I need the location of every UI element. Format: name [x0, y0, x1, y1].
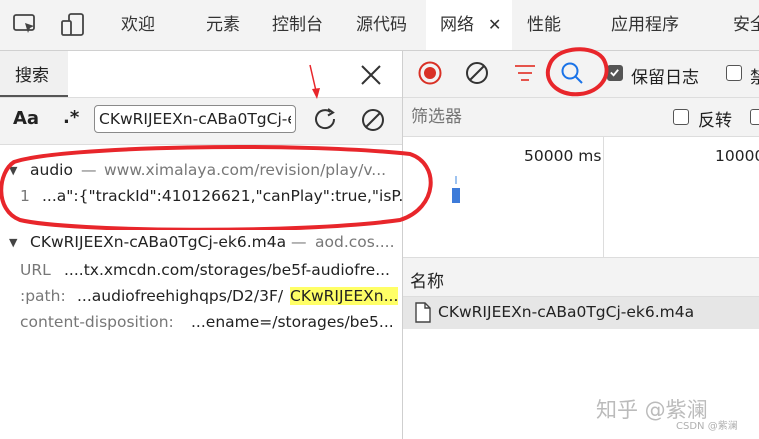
- search-panel: 搜索 Aa .* ▼ audio — www.ximalaya.com/revi…: [0, 51, 403, 439]
- timeline-gridline: [603, 137, 604, 257]
- match-line-label: URL: [20, 261, 51, 279]
- match-text: ...audiofreehighqps/D2/3F/: [77, 287, 284, 305]
- timeline-overview[interactable]: 50000 ms 10000: [403, 137, 759, 258]
- filter-checkbox[interactable]: [750, 109, 759, 125]
- match-highlight: CKwRIJEEXn...: [290, 287, 399, 305]
- filter-input[interactable]: [411, 102, 661, 132]
- expand-triangle-icon[interactable]: ▼: [9, 236, 17, 249]
- device-toolbar-icon[interactable]: [60, 12, 86, 38]
- tab-network-label: 网络: [440, 15, 474, 35]
- tab-application[interactable]: 应用程序: [611, 0, 679, 50]
- timeline-label: 50000 ms: [524, 147, 602, 165]
- disable-cache-checkbox[interactable]: [726, 65, 742, 81]
- result-match-line[interactable]: :path: ...audiofreehighqps/D2/3F/ CKwRIJ…: [0, 283, 402, 309]
- close-tab-icon[interactable]: ✕: [488, 0, 501, 50]
- match-text: ....tx.xmcdn.com/storages/be5f-audiofre.…: [64, 261, 390, 279]
- result-separator: —: [291, 233, 307, 251]
- tab-console[interactable]: 控制台: [272, 0, 323, 50]
- watermark-sub: CSDN @紫澜: [676, 421, 738, 432]
- annotation-ellipse: [0, 145, 433, 230]
- result-filename: CKwRIJEEXn-cABa0TgCj-ek6.m4a: [30, 233, 287, 251]
- invert-checkbox[interactable]: [673, 109, 689, 125]
- filter-bar: 反转: [403, 98, 759, 137]
- network-panel: 保留日志 禁 反转 50000 ms 10000 名称 CKwRIJEEXn-c…: [403, 51, 759, 439]
- tab-sources[interactable]: 源代码: [356, 0, 407, 50]
- timeline-marker: [455, 176, 457, 184]
- inspect-element-icon[interactable]: [12, 12, 38, 38]
- name-header-label: 名称: [410, 272, 444, 292]
- column-header-name[interactable]: 名称: [403, 258, 759, 297]
- disable-cache-label: 禁: [750, 68, 759, 88]
- preserve-log-label: 保留日志: [631, 68, 699, 88]
- filter-icon[interactable]: [513, 61, 537, 85]
- tab-security[interactable]: 安全: [733, 0, 759, 50]
- request-row[interactable]: CKwRIJEEXn-cABa0TgCj-ek6.m4a: [403, 297, 759, 329]
- refresh-icon[interactable]: [312, 106, 340, 134]
- result-url: aod.cos....: [315, 233, 395, 251]
- timeline-label: 10000: [715, 147, 759, 165]
- tab-performance[interactable]: 性能: [527, 0, 561, 50]
- match-line-label: :path:: [20, 287, 66, 305]
- regex-button[interactable]: .*: [63, 107, 79, 128]
- timeline-request-bar: [452, 188, 460, 203]
- record-icon[interactable]: [417, 60, 443, 86]
- invert-label: 反转: [698, 111, 732, 131]
- request-name: CKwRIJEEXn-cABa0TgCj-ek6.m4a: [438, 303, 695, 321]
- search-tab-label: 搜索: [15, 66, 49, 86]
- tab-welcome[interactable]: 欢迎: [121, 0, 155, 50]
- clear-log-icon[interactable]: [464, 60, 490, 86]
- result-match-line[interactable]: content-disposition: ...ename=/storages/…: [0, 309, 402, 335]
- close-icon[interactable]: [358, 62, 384, 88]
- file-icon: [415, 302, 431, 323]
- annotation-circle: [545, 47, 609, 97]
- match-case-button[interactable]: Aa: [13, 108, 39, 129]
- devtools-tab-bar: 欢迎 元素 控制台 源代码 网络 ✕ 性能 应用程序 安全: [0, 0, 759, 51]
- annotation-arrow: [309, 64, 320, 99]
- search-tab[interactable]: 搜索: [0, 51, 68, 97]
- search-input[interactable]: [94, 105, 296, 133]
- search-controls: Aa .*: [0, 98, 402, 145]
- clear-icon[interactable]: [359, 106, 387, 134]
- result-match-line[interactable]: URL ....tx.xmcdn.com/storages/be5f-audio…: [0, 257, 402, 283]
- tab-elements[interactable]: 元素: [206, 0, 240, 50]
- tab-network[interactable]: 网络 ✕: [426, 0, 512, 50]
- match-line-label: content-disposition:: [20, 313, 174, 331]
- result-file-m4a[interactable]: ▼ CKwRIJEEXn-cABa0TgCj-ek6.m4a — aod.cos…: [0, 229, 402, 255]
- search-panel-header: 搜索: [0, 51, 402, 98]
- match-text: ...ename=/storages/be5...: [191, 313, 394, 331]
